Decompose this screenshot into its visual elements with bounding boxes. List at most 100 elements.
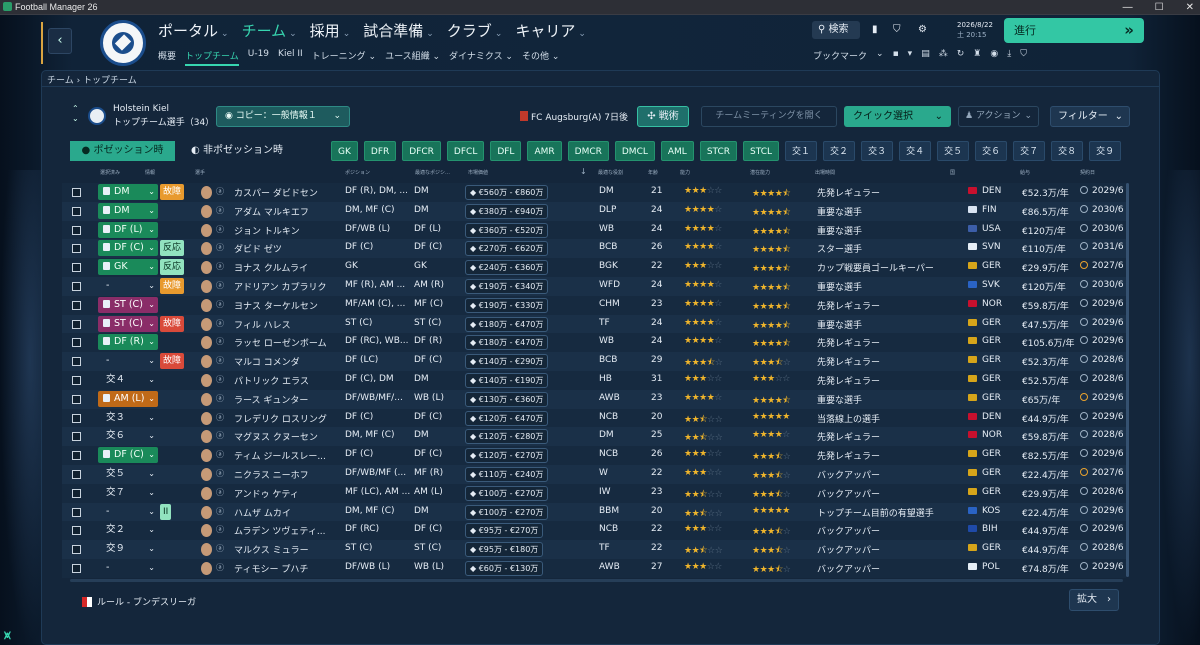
- tab-in-possession[interactable]: ● ポゼッション時: [70, 141, 175, 161]
- position-select[interactable]: ST (C) ⌄: [98, 315, 158, 332]
- row-checkbox[interactable]: [72, 281, 81, 291]
- table-row[interactable]: GK ⌄ 反応 ⓐ ヨナス クルムライ GK GK ◆ €240万 - €360万 BGK 22 ★…: [62, 258, 1126, 277]
- player-name[interactable]: アドリアン カプラリク: [234, 280, 344, 293]
- player-info-icon[interactable]: ⓐ: [216, 242, 224, 253]
- table-row[interactable]: 交３ ⌄ ⓐ フレデリク ロスリング DF (C) DF (C) ◆ €120万 - €47…: [62, 408, 1126, 428]
- table-row[interactable]: DF (R) ⌄ ⓐ ラッセ ローゼンボーム DF (RC), WB... DF (R) ◆…: [62, 333, 1126, 353]
- table-row[interactable]: 交２ ⌄ ⓐ ムラデン ツヴェティ... DF (RC) DF (C) ◆ €95万 - €…: [62, 521, 1126, 541]
- row-checkbox[interactable]: [72, 244, 81, 254]
- table-row[interactable]: DM ⌄ 故障 ⓐ カスパー ダビドセン DF (R), DM, ... DM ◆ €560万…: [62, 183, 1126, 202]
- row-checkbox[interactable]: [72, 338, 81, 348]
- player-info-icon[interactable]: ⓐ: [216, 224, 224, 235]
- subnav-first-team[interactable]: トップチーム: [185, 49, 239, 66]
- player-name[interactable]: ジョン トルキン: [234, 224, 344, 237]
- table-row[interactable]: DM ⌄ ⓐ アダム マルキエフ DM, MF (C) DM ◆ €380万 - €940万…: [62, 201, 1126, 221]
- action-button[interactable]: ♟ アクション ⌄: [958, 106, 1039, 127]
- shield-icon[interactable]: ⛉: [893, 24, 901, 35]
- minimize-button[interactable]: —: [1123, 0, 1133, 15]
- subnav-overview[interactable]: 概要: [158, 49, 176, 66]
- column-header[interactable]: 国: [950, 169, 955, 176]
- substitute-button[interactable]: 交８: [1051, 141, 1084, 161]
- breadcrumb[interactable]: チーム › トップチーム: [47, 73, 137, 86]
- column-header[interactable]: 年齢: [648, 169, 658, 176]
- team-meeting-button[interactable]: チームミーティングを開く: [701, 106, 837, 127]
- nav-team[interactable]: チーム ⌄: [242, 20, 297, 41]
- gear-icon[interactable]: ⚙: [918, 24, 927, 35]
- table-row[interactable]: 交４ ⌄ ⓐ パトリック エラス DF (C), DM DM ◆ €140万 - €190万…: [62, 370, 1126, 390]
- subnav-other[interactable]: その他 ⌄: [522, 49, 559, 66]
- tactics-button[interactable]: ✣ 戦術: [637, 106, 689, 127]
- player-name[interactable]: ティム ジールスレー...: [234, 449, 344, 462]
- player-name[interactable]: ラッセ ローゼンボーム: [234, 336, 344, 349]
- substitute-button[interactable]: 交７: [1013, 141, 1046, 161]
- subnav-dynamics[interactable]: ダイナミクス ⌄: [449, 49, 513, 66]
- player-name[interactable]: マルクス ミュラー: [234, 543, 344, 556]
- position-select[interactable]: 交７ ⌄: [98, 485, 158, 501]
- subnav-youth[interactable]: ユース組織 ⌄: [385, 49, 440, 66]
- table-row[interactable]: - ⌄ II ⓐ ハムザ ムカイ DM, MF (C) DM ◆ €100万 - €270万 B…: [62, 502, 1126, 522]
- position-select[interactable]: - ⌄: [98, 504, 158, 520]
- column-header[interactable]: 選択済み: [100, 169, 120, 176]
- player-info-icon[interactable]: ⓐ: [216, 299, 224, 310]
- player-info-icon[interactable]: ⓐ: [216, 430, 224, 441]
- nav-career[interactable]: キャリア ⌄: [515, 20, 586, 41]
- player-name[interactable]: ティモシー プハチ: [234, 562, 344, 575]
- tab-out-possession[interactable]: ◐ 非ポゼッション時: [181, 141, 293, 161]
- chat-icon[interactable]: ▪: [893, 49, 899, 62]
- player-name[interactable]: フレデリク ロスリング: [234, 412, 344, 425]
- position-select[interactable]: - ⌄: [98, 353, 158, 369]
- vertical-scrollbar[interactable]: [1126, 183, 1129, 577]
- player-name[interactable]: ハムザ ムカイ: [234, 506, 344, 519]
- column-header[interactable]: 情報: [145, 169, 155, 176]
- column-header[interactable]: 最適なポジシ…: [415, 169, 450, 176]
- player-name[interactable]: アンドゥ ケティ: [234, 487, 344, 500]
- table-row[interactable]: 交７ ⌄ ⓐ アンドゥ ケティ MF (LC), AM ... AM (L) ◆ €100万…: [62, 483, 1126, 503]
- player-info-icon[interactable]: ⓐ: [216, 393, 224, 404]
- row-checkbox[interactable]: [72, 188, 81, 197]
- position-button[interactable]: DFCL: [446, 141, 485, 161]
- position-select[interactable]: - ⌄: [98, 560, 158, 576]
- player-info-icon[interactable]: ⓐ: [216, 524, 224, 535]
- table-row[interactable]: AM (L) ⌄ ⓐ ラース ギュンター DF/WB/MF/... WB (L) ◆ €13…: [62, 389, 1126, 409]
- badge-icon[interactable]: ⛉: [1020, 49, 1027, 62]
- player-name[interactable]: ヨナス ターケルセン: [234, 299, 344, 312]
- player-info-icon[interactable]: ⓐ: [216, 506, 224, 517]
- bookmark-label[interactable]: ブックマーク: [813, 49, 867, 62]
- column-header[interactable]: 市場価値: [468, 169, 488, 176]
- nav-recruitment[interactable]: 採用 ⌄: [310, 20, 351, 41]
- row-checkbox[interactable]: [72, 469, 81, 479]
- nav-portal[interactable]: ポータル ⌄: [158, 20, 229, 41]
- table-row[interactable]: DF (C) ⌄ 反応 ⓐ ダビド ゼツ DF (C) DF (C) ◆ €270万 - €6…: [62, 239, 1126, 259]
- column-header[interactable]: ポジション: [345, 169, 370, 176]
- row-checkbox[interactable]: [72, 413, 81, 423]
- row-checkbox[interactable]: [72, 225, 81, 235]
- substitute-button[interactable]: 交２: [823, 141, 856, 161]
- row-checkbox[interactable]: [72, 319, 81, 329]
- player-info-icon[interactable]: ⓐ: [216, 355, 224, 366]
- position-button[interactable]: DFR: [363, 141, 397, 161]
- next-match[interactable]: FC Augsburg(A) 7日後: [520, 110, 628, 123]
- position-select[interactable]: 交２ ⌄: [98, 522, 158, 538]
- row-checkbox[interactable]: [72, 357, 81, 367]
- substitute-button[interactable]: 交９: [1089, 141, 1122, 161]
- club-crest[interactable]: [100, 20, 146, 66]
- row-checkbox[interactable]: [72, 545, 81, 555]
- table-row[interactable]: 交５ ⌄ ⓐ ニクラス ニーホフ DF/WB/MF (... MF (R) ◆ €110万 …: [62, 464, 1126, 484]
- close-button[interactable]: ✕: [1186, 0, 1194, 15]
- position-select[interactable]: 交３ ⌄: [98, 410, 158, 426]
- row-checkbox[interactable]: [72, 451, 81, 461]
- position-select[interactable]: DM ⌄: [98, 184, 158, 200]
- column-header[interactable]: 給与: [1020, 169, 1030, 176]
- position-select[interactable]: AM (L) ⌄: [98, 390, 158, 407]
- table-row[interactable]: - ⌄ 故障 ⓐ マルコ コメンダ DF (LC) DF (C) ◆ €140万 - €290…: [62, 352, 1126, 371]
- subnav-kiel-ii[interactable]: Kiel II: [278, 49, 303, 66]
- subnav-u19[interactable]: U-19: [248, 49, 269, 66]
- substitute-button[interactable]: 交６: [975, 141, 1008, 161]
- club-switch-arrows[interactable]: ⌃ ⌄: [72, 104, 79, 124]
- substitute-button[interactable]: 交１: [785, 141, 818, 161]
- table-row[interactable]: 交９ ⌄ ⓐ マルクス ミュラー ST (C) ST (C) ◆ €95万 - €180万 T…: [62, 540, 1126, 559]
- nav-club[interactable]: クラブ ⌄: [447, 20, 503, 41]
- player-name[interactable]: ニクラス ニーホフ: [234, 468, 344, 481]
- position-select[interactable]: 交５ ⌄: [98, 466, 158, 482]
- player-info-icon[interactable]: ⓐ: [216, 261, 224, 272]
